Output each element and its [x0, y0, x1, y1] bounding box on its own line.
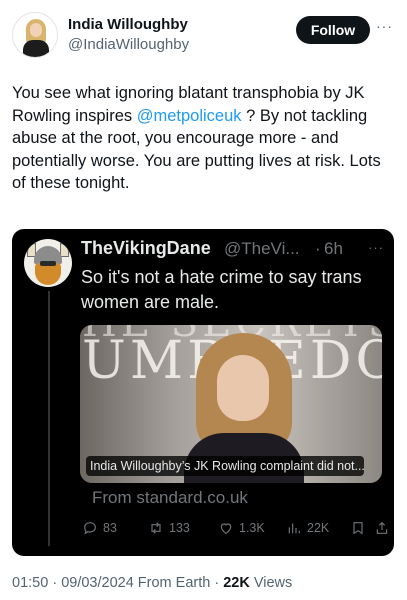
views-chart-icon: [288, 523, 300, 534]
reply-count: 83: [103, 521, 117, 535]
quoted-author-handle[interactable]: @TheVi...: [224, 239, 300, 259]
portrait-face: [217, 355, 269, 421]
repost-button[interactable]: 133: [148, 520, 190, 536]
follow-button[interactable]: Follow: [296, 16, 370, 44]
views-button[interactable]: 22K: [286, 520, 329, 536]
meta-separator: ·: [48, 575, 62, 591]
quoted-more-icon[interactable]: ···: [368, 240, 384, 255]
bookmark-icon: [353, 522, 363, 535]
repost-count: 133: [169, 521, 190, 535]
like-button[interactable]: 1.3K: [218, 520, 265, 536]
card-headline: India Willoughby’s JK Rowling complaint …: [86, 456, 364, 476]
quoted-author-name[interactable]: TheVikingDane: [81, 238, 211, 259]
author-avatar[interactable]: [12, 12, 58, 58]
meta-separator: ·: [210, 575, 224, 591]
mention-link[interactable]: @metpoliceuk: [137, 107, 242, 125]
share-icon: [376, 521, 388, 534]
quoted-timestamp[interactable]: 6h: [324, 239, 343, 259]
quoted-author-avatar[interactable]: [24, 239, 72, 287]
viking-eyes: [40, 261, 56, 266]
quoted-action-bar: 83 133 1.3K 22K: [82, 520, 388, 542]
heart-icon: [220, 523, 232, 535]
tweet-views-count: 22K: [223, 575, 250, 591]
tweet-time[interactable]: 01:50: [12, 575, 48, 591]
reply-button[interactable]: 83: [82, 520, 117, 536]
more-options-icon[interactable]: ···: [376, 18, 393, 34]
tweet-text: You see what ignoring blatant transphobi…: [12, 82, 392, 195]
views-count: 22K: [307, 521, 330, 535]
viking-beard: [35, 263, 61, 285]
tweet-date[interactable]: 09/03/2024: [61, 575, 134, 591]
link-card[interactable]: HE SECRETS OF UMBLEDO India Willoughby’s…: [80, 325, 382, 483]
tweet-source: From Earth: [133, 575, 211, 591]
tweet-meta: 01:50 · 09/03/2024 From Earth · 22K View…: [12, 575, 292, 591]
repost-icon: [151, 522, 161, 534]
card-source[interactable]: From standard.co.uk: [92, 488, 248, 508]
quoted-tweet-text: So it's not a hate crime to say trans wo…: [81, 267, 362, 312]
like-count: 1.3K: [239, 521, 265, 535]
author-name[interactable]: India Willoughby: [68, 16, 188, 33]
thread-line: [48, 291, 50, 546]
avatar-face: [30, 23, 42, 37]
reply-icon: [84, 522, 96, 535]
quoted-tweet[interactable]: TheVikingDane @TheVi... · 6h ··· So it's…: [12, 229, 394, 556]
author-handle[interactable]: @IndiaWilloughby: [68, 36, 189, 53]
tweet-author-header: India Willoughby @IndiaWilloughby Follow…: [12, 12, 395, 64]
share-button[interactable]: [374, 520, 390, 536]
bookmark-button[interactable]: [350, 520, 366, 536]
tweet-views-label: Views: [249, 575, 293, 591]
quoted-separator: ·: [315, 239, 321, 258]
avatar-body: [23, 40, 49, 57]
